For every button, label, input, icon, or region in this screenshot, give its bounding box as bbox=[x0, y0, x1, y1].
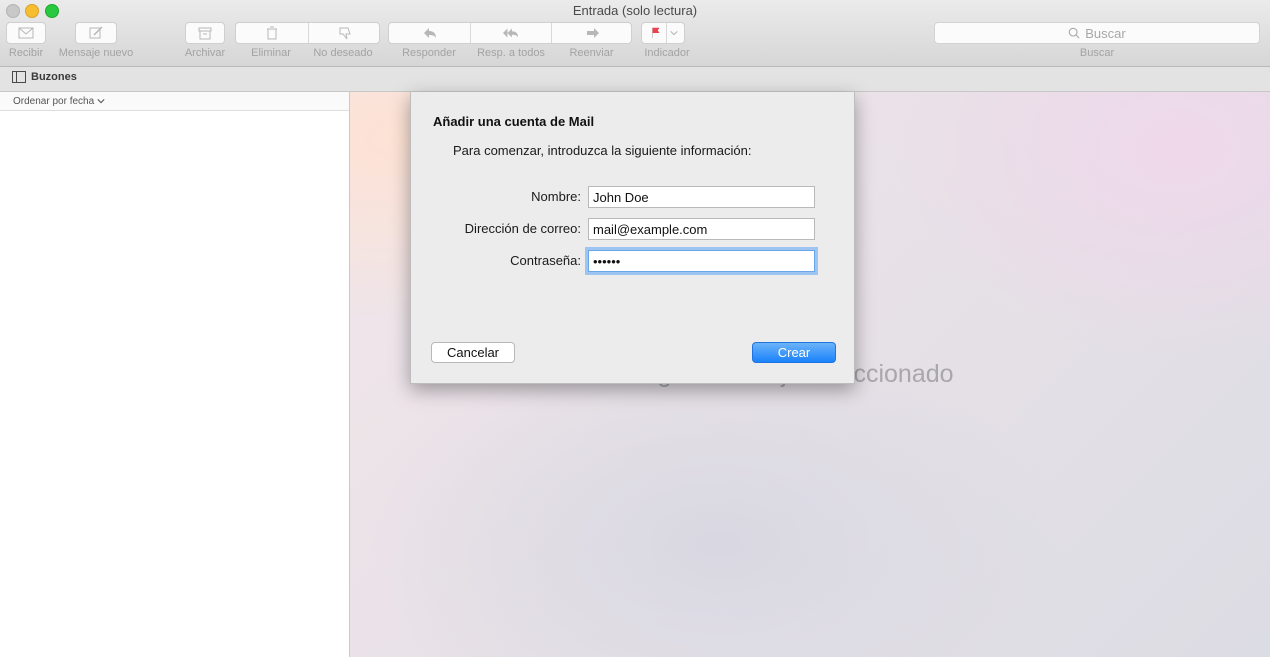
trash-icon bbox=[267, 26, 277, 40]
delete-label: Eliminar bbox=[251, 47, 291, 59]
cancel-button[interactable]: Cancelar bbox=[431, 342, 515, 363]
sort-label: Ordenar por fecha bbox=[13, 95, 95, 107]
delete-button[interactable] bbox=[236, 23, 308, 43]
new-message-label: Mensaje nuevo bbox=[58, 47, 134, 59]
add-account-dialog: Añadir una cuenta de Mail Para comenzar,… bbox=[410, 92, 855, 384]
forward-arrow-icon bbox=[586, 28, 599, 38]
divider bbox=[665, 23, 667, 43]
forward-button[interactable] bbox=[552, 23, 633, 43]
email-label: Dirección de correo: bbox=[464, 221, 581, 236]
favorites-bar: Buzones bbox=[0, 67, 1270, 92]
reply-all-arrow-icon bbox=[503, 28, 519, 38]
delete-junk-group bbox=[235, 22, 380, 44]
flag-button[interactable] bbox=[641, 22, 685, 44]
new-message-button[interactable] bbox=[75, 22, 117, 44]
reply-button[interactable] bbox=[389, 23, 470, 43]
password-label: Contraseña: bbox=[510, 253, 581, 268]
mailboxes-label: Buzones bbox=[31, 71, 77, 83]
window-title: Entrada (solo lectura) bbox=[572, 3, 698, 18]
reply-all-label: Resp. a todos bbox=[477, 47, 545, 59]
search-placeholder: Buscar bbox=[1085, 25, 1126, 41]
archive-label: Archivar bbox=[184, 47, 226, 59]
mailboxes-toggle[interactable]: Buzones bbox=[12, 71, 77, 83]
dialog-title: Añadir una cuenta de Mail bbox=[433, 114, 595, 129]
email-field[interactable] bbox=[588, 218, 815, 240]
name-label: Nombre: bbox=[531, 189, 581, 204]
reply-all-button[interactable] bbox=[471, 23, 551, 43]
junk-button[interactable] bbox=[309, 23, 381, 43]
reply-label: Responder bbox=[402, 47, 456, 59]
create-button[interactable]: Crear bbox=[752, 342, 836, 363]
chevron-down-icon bbox=[97, 99, 105, 104]
archive-button[interactable] bbox=[185, 22, 225, 44]
forward-label: Reenviar bbox=[569, 47, 614, 59]
junk-label: No deseado bbox=[313, 47, 373, 59]
search-label: Buscar bbox=[1079, 47, 1115, 59]
compose-icon bbox=[89, 26, 103, 39]
reply-group bbox=[388, 22, 632, 44]
receive-button[interactable] bbox=[6, 22, 46, 44]
dialog-subtitle: Para comenzar, introduzca la siguiente i… bbox=[453, 143, 752, 158]
thumbs-down-icon bbox=[339, 27, 351, 40]
password-field[interactable] bbox=[588, 250, 815, 272]
flag-label: Indicador bbox=[644, 47, 690, 59]
message-list: Ordenar por fecha bbox=[0, 92, 350, 657]
envelope-icon bbox=[18, 27, 34, 39]
reply-arrow-icon bbox=[423, 28, 436, 38]
archive-box-icon bbox=[198, 27, 212, 40]
sort-menu[interactable]: Ordenar por fecha bbox=[0, 92, 349, 111]
flag-icon bbox=[651, 27, 659, 39]
search-input[interactable]: Buscar bbox=[934, 22, 1260, 44]
chevron-down-icon bbox=[670, 31, 677, 36]
receive-label: Recibir bbox=[8, 47, 44, 59]
toolbar: Entrada (solo lectura) Recibir Mensaje n… bbox=[0, 0, 1270, 67]
sidebar-icon bbox=[12, 71, 26, 83]
search-icon bbox=[1068, 27, 1080, 39]
name-field[interactable] bbox=[588, 186, 815, 208]
